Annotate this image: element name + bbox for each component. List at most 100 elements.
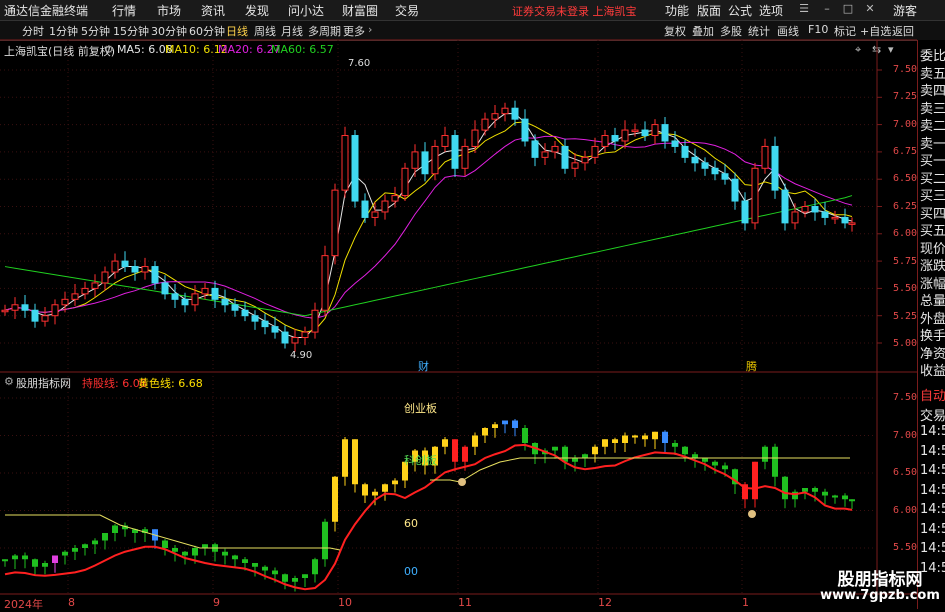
- sub-candle-body: [849, 499, 855, 502]
- candle-body: [361, 200, 369, 218]
- sub-candle-body: [822, 491, 828, 496]
- sub-candle-body: [92, 540, 98, 545]
- candle-body: [311, 309, 319, 333]
- side-label: 卖三: [920, 101, 945, 117]
- sub-candle-body: [562, 446, 568, 462]
- candle-body: [51, 304, 59, 317]
- side-label: 卖二: [920, 119, 945, 134]
- candle-body: [121, 260, 129, 268]
- side-label: 卖五: [920, 66, 945, 82]
- y-tick: 5.00: [893, 338, 918, 349]
- candle-body: [191, 293, 199, 306]
- candle-body: [111, 260, 119, 273]
- candle-body: [761, 145, 769, 169]
- candle-body: [621, 129, 629, 142]
- sub-candle-body: [712, 461, 718, 466]
- tick-time: 14:56: [920, 521, 945, 537]
- sub-candle-body: [492, 424, 498, 428]
- signal-marker: [458, 478, 466, 486]
- side-label: 净资: [920, 346, 945, 362]
- sub-candle-body: [382, 484, 388, 492]
- sub-candle-body: [252, 563, 258, 567]
- candle-body: [481, 118, 489, 131]
- side-trade-label[interactable]: 自动: [920, 385, 945, 404]
- candle-body: [601, 135, 609, 147]
- sub-candle-body: [162, 540, 168, 548]
- y-tick: 5.50: [893, 283, 918, 294]
- sub-candle-body: [622, 435, 628, 443]
- candle-body: [281, 331, 289, 344]
- candle-body: [221, 298, 229, 306]
- sub-candle-body: [32, 559, 38, 567]
- news-mark[interactable]: 腾: [746, 358, 757, 374]
- candle-body: [631, 129, 639, 133]
- side-label: 委比: [920, 49, 945, 64]
- candle-body: [381, 200, 389, 213]
- candle-body: [711, 167, 719, 175]
- ma60-line: [4, 195, 853, 317]
- candle-body: [101, 271, 109, 284]
- sub-candle-body: [262, 566, 268, 571]
- side-trade-label: 交易: [920, 408, 945, 424]
- candle-body: [341, 135, 349, 191]
- side-label: 外盘: [920, 311, 945, 327]
- candle-body: [321, 255, 329, 311]
- candle-body: [411, 151, 419, 169]
- candle-body: [371, 211, 379, 218]
- kline-chart[interactable]: [0, 0, 945, 609]
- sub-candle-body: [172, 548, 178, 552]
- sub-candle-body: [112, 525, 118, 533]
- low-price-label: 4.90: [290, 350, 313, 361]
- candle-body: [401, 167, 409, 197]
- sub-candle-body: [362, 484, 368, 496]
- candle-body: [291, 337, 299, 344]
- sub-candle-body: [782, 476, 788, 500]
- candle-body: [251, 315, 259, 322]
- sub-candle-body: [722, 465, 728, 470]
- candle-body: [831, 216, 839, 220]
- annotation-star-board: 科创板: [404, 454, 437, 467]
- sub-candle-body: [692, 454, 698, 458]
- candle-body: [771, 145, 779, 191]
- candle-body: [211, 287, 219, 300]
- sub-candle-body: [12, 555, 18, 560]
- high-price-label: 7.60: [348, 58, 371, 69]
- sub-candle-body: [522, 428, 528, 443]
- candle-body: [541, 151, 549, 158]
- candle-body: [391, 195, 399, 202]
- sub-candle-body: [72, 548, 78, 552]
- candle-body: [521, 118, 529, 142]
- finance-mark[interactable]: 财: [418, 358, 429, 374]
- tick-time: 14:56: [920, 482, 945, 498]
- candle-body: [561, 145, 569, 169]
- sub-candle-body: [552, 446, 558, 451]
- sub-candle-body: [632, 435, 638, 438]
- y-tick: 6.50: [893, 173, 918, 184]
- side-label: 涨跌: [920, 259, 945, 274]
- candle-body: [531, 140, 539, 158]
- sub-candle-body: [442, 439, 448, 447]
- candle-body: [81, 287, 89, 295]
- tick-time: 14:56: [920, 443, 945, 459]
- sub-candle-body: [472, 435, 478, 447]
- sub-candle-body: [332, 476, 338, 522]
- candle-body: [261, 320, 269, 328]
- candle-body: [751, 167, 759, 224]
- candle-body: [31, 309, 39, 322]
- x-label-jan: 1: [742, 596, 749, 609]
- ma5-line: [4, 113, 853, 339]
- watermark: 股朋指标网 www.7gpzb.com: [815, 565, 945, 609]
- sub-candle-body: [482, 428, 488, 436]
- tick-time: 14:56: [920, 541, 945, 556]
- candle-body: [848, 222, 856, 225]
- sub-candle-body: [652, 431, 658, 440]
- candle-body: [421, 151, 429, 175]
- sub-candle-body: [42, 563, 48, 567]
- sub-candle-body: [392, 480, 398, 485]
- sub-candle-body: [342, 439, 348, 477]
- signal-marker: [748, 510, 756, 518]
- sub-candle-body: [452, 439, 458, 462]
- y-tick: 6.50: [893, 467, 918, 478]
- sub-candle-body: [812, 488, 818, 492]
- y-tick: 5.50: [893, 542, 918, 553]
